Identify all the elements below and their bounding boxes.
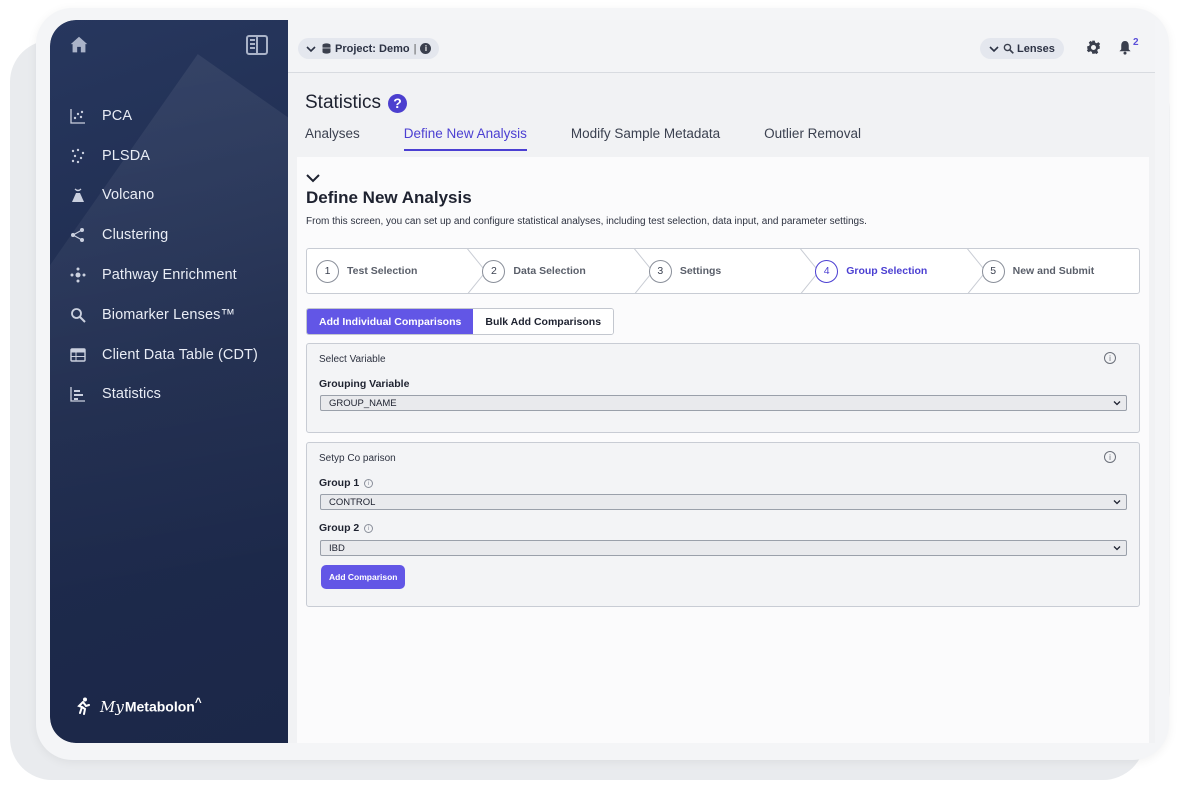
step-number: 1 — [316, 259, 339, 283]
project-separator: | — [413, 42, 417, 55]
sidebar-item-pca[interactable]: PCA — [50, 96, 288, 136]
brand-logo: MyMetabolon^ — [74, 696, 202, 716]
sidebar-item-volcano[interactable]: Volcano — [50, 176, 288, 216]
cluster-icon — [71, 228, 84, 243]
project-selector[interactable]: Project: Demo | i — [298, 38, 440, 59]
chevron-down-icon — [1113, 500, 1121, 505]
sidebar-item-label: PLSDA — [102, 147, 151, 164]
step-number: 3 — [648, 259, 672, 283]
sidebar-item-label: Clustering — [102, 227, 169, 244]
scatter-dots-icon — [71, 148, 85, 163]
add-individual-comparisons-button[interactable]: Add Individual Comparisons — [307, 309, 474, 334]
step-data-selection[interactable]: 2 Data Selection — [473, 249, 639, 293]
card-header: Select Variable — [319, 354, 386, 365]
chevron-down-icon — [989, 45, 999, 52]
sidebar-item-client-data-table[interactable]: Client Data Table (CDT) — [50, 335, 288, 375]
help-icon[interactable]: ? — [388, 93, 408, 113]
group-1-select[interactable]: CONTROL — [320, 494, 1127, 510]
grouping-variable-label: Grouping Variable — [319, 378, 410, 390]
section-description: From this screen, you can set up and con… — [306, 216, 867, 227]
group-2-select[interactable]: IBD — [320, 540, 1127, 556]
sidebar-item-label: Pathway Enrichment — [102, 267, 237, 284]
page-title: Statistics ? — [305, 92, 408, 114]
grouping-variable-select[interactable]: GROUP_NAME — [320, 395, 1127, 411]
sidebar-item-label: Volcano — [102, 187, 155, 204]
step-label: Test Selection — [347, 265, 418, 277]
sidebar-item-pathway-enrichment[interactable]: Pathway Enrichment — [50, 255, 288, 295]
lens-search-icon — [71, 307, 86, 323]
tab-outlier-removal[interactable]: Outlier Removal — [764, 126, 861, 151]
top-bar: Project: Demo | i Lenses 2 — [288, 20, 1155, 73]
volcano-icon — [72, 189, 84, 203]
section-title: Define New Analysis — [306, 188, 472, 207]
bell-icon[interactable] — [1118, 40, 1132, 55]
database-icon — [322, 43, 331, 54]
sidebar-item-statistics[interactable]: Statistics — [50, 375, 288, 415]
info-icon[interactable]: i — [420, 43, 432, 54]
tab-analyses[interactable]: Analyses — [305, 126, 360, 151]
collapse-chevron-icon[interactable] — [306, 173, 320, 183]
info-icon[interactable]: i — [1104, 451, 1116, 463]
pathway-icon — [70, 267, 86, 283]
select-variable-card: Select Variable i Grouping Variable GROU… — [306, 343, 1140, 433]
chevron-down-icon — [1113, 401, 1121, 406]
project-label: Project: Demo — [335, 42, 410, 55]
step-number: 2 — [482, 259, 506, 283]
wizard-stepper: 1 Test Selection 2 Data Selection 3 Sett… — [306, 248, 1140, 294]
sidebar-item-plsda[interactable]: PLSDA — [50, 136, 288, 176]
collapse-sidebar-icon[interactable] — [246, 35, 268, 55]
sidebar-item-label: Client Data Table (CDT) — [102, 346, 258, 363]
step-settings[interactable]: 3 Settings — [640, 249, 806, 293]
step-label: Settings — [679, 265, 722, 277]
select-value: CONTROL — [329, 496, 376, 508]
step-number: 5 — [981, 259, 1005, 283]
group-2-label: Group 2i — [319, 522, 374, 534]
select-value: IBD — [329, 542, 345, 554]
step-new-and-submit[interactable]: 5 New and Submit — [973, 249, 1139, 293]
home-icon[interactable] — [68, 34, 90, 56]
sidebar-item-biomarker-lenses[interactable]: Biomarker Lenses™ — [50, 295, 288, 335]
notification-count: 2 — [1133, 37, 1139, 48]
setup-comparison-card: Setyp Co parison i Group 1i CONTROL Grou… — [306, 442, 1140, 607]
card-header: Setyp Co parison — [319, 453, 396, 464]
scatter-icon — [70, 108, 85, 124]
page-title-text: Statistics — [305, 92, 382, 113]
step-number: 4 — [815, 259, 839, 283]
chevron-down-icon — [1113, 546, 1121, 551]
sidebar-item-clustering[interactable]: Clustering — [50, 215, 288, 255]
lenses-selector[interactable]: Lenses — [980, 38, 1064, 59]
sidebar-item-label: PCA — [102, 107, 133, 124]
tab-bar: Analyses Define New Analysis Modify Samp… — [305, 126, 905, 151]
bar-chart-icon — [70, 387, 85, 403]
info-icon[interactable]: i — [364, 478, 374, 488]
sidebar: PCA PLSDA Volcano Clustering Pathway Enr… — [50, 20, 288, 743]
step-label: New and Submit — [1012, 265, 1095, 277]
define-analysis-panel: Define New Analysis From this screen, yo… — [297, 157, 1149, 743]
tab-modify-sample-metadata[interactable]: Modify Sample Metadata — [571, 126, 720, 151]
info-icon[interactable]: i — [364, 523, 374, 533]
bulk-add-comparisons-button[interactable]: Bulk Add Comparisons — [473, 309, 614, 334]
comparison-mode-toggle: Add Individual Comparisons Bulk Add Comp… — [306, 308, 615, 335]
runner-icon — [77, 697, 90, 715]
step-test-selection[interactable]: 1 Test Selection — [307, 249, 473, 293]
main-area: Project: Demo | i Lenses 2 Statistics ? … — [288, 20, 1155, 743]
table-icon — [70, 347, 86, 362]
group-1-label: Group 1i — [319, 477, 374, 489]
brand-name: MyMetabolon^ — [100, 696, 202, 716]
step-label: Data Selection — [513, 265, 586, 277]
step-label: Group Selection — [846, 265, 928, 277]
step-group-selection[interactable]: 4 Group Selection — [806, 249, 972, 293]
app-window: PCA PLSDA Volcano Clustering Pathway Enr… — [50, 20, 1155, 743]
info-icon[interactable]: i — [1104, 352, 1116, 364]
select-value: GROUP_NAME — [329, 397, 397, 409]
sidebar-nav: PCA PLSDA Volcano Clustering Pathway Enr… — [50, 96, 288, 414]
gear-icon[interactable] — [1086, 40, 1101, 55]
sidebar-item-label: Biomarker Lenses™ — [102, 306, 236, 323]
lens-search-icon — [1003, 43, 1014, 54]
lenses-label: Lenses — [1017, 42, 1055, 55]
add-comparison-button[interactable]: Add Comparison — [321, 565, 406, 589]
tab-define-new-analysis[interactable]: Define New Analysis — [403, 126, 527, 151]
chevron-down-icon — [306, 45, 316, 52]
sidebar-item-label: Statistics — [102, 386, 162, 403]
